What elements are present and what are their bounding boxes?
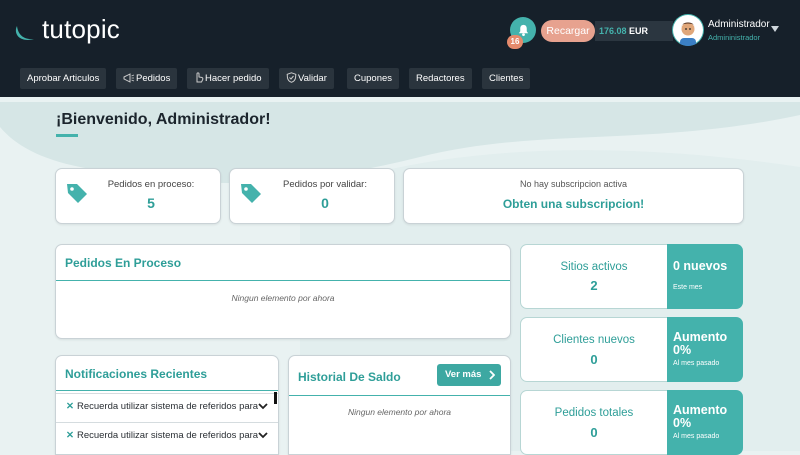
logo-swoosh-icon bbox=[15, 26, 35, 40]
nav-aprobar-articulos[interactable]: Aprobar Articulos bbox=[20, 68, 107, 89]
trend-value: Aumento 0% bbox=[673, 403, 728, 430]
metric-value: 2 bbox=[590, 278, 598, 293]
stat-value: 5 bbox=[147, 195, 155, 211]
list-item[interactable]: ✕ Recuerda utilizar sistema de referidos … bbox=[56, 422, 278, 448]
notification-text: Recuerda utilizar sistema de referidos p… bbox=[76, 401, 259, 412]
nav-label: Validar bbox=[298, 73, 327, 84]
trend-period: Al mes pasado bbox=[673, 360, 720, 367]
recharge-button[interactable]: Recargar bbox=[541, 20, 595, 42]
balance-amount: 176.08 bbox=[599, 26, 627, 36]
user-role: Admininistrador bbox=[708, 33, 761, 42]
new-clients-trend: Aumento 0% Al mes pasado bbox=[667, 317, 743, 382]
metric-value: 0 bbox=[590, 425, 598, 440]
stat-card-in-process: Pedidos en proceso: 5 bbox=[55, 168, 221, 224]
title-underline bbox=[56, 134, 78, 137]
chevron-down-icon[interactable] bbox=[258, 432, 268, 439]
trend-period: Al mes pasado bbox=[673, 433, 720, 440]
view-more-label: Ver más bbox=[445, 369, 482, 380]
subscription-card: No hay subscripcion activa Obten una sub… bbox=[403, 168, 744, 224]
card-title: Notificaciones Recientes bbox=[65, 367, 208, 381]
metric-value: 0 bbox=[590, 352, 598, 367]
close-icon[interactable]: ✕ bbox=[66, 430, 74, 441]
nav-hacer-pedido[interactable]: Hacer pedido bbox=[187, 68, 269, 89]
orders-in-process-card: Pedidos En Proceso Ningun elemento por a… bbox=[55, 244, 511, 339]
nav-pedidos[interactable]: Pedidos bbox=[116, 68, 178, 89]
nav-label: Hacer pedido bbox=[205, 73, 262, 84]
total-orders-trend: Aumento 0% Al mes pasado bbox=[667, 390, 743, 455]
active-sites-trend: 0 nuevos Este mes bbox=[667, 244, 743, 309]
list-item[interactable]: ✕ Recuerda utilizar sistema de referidos … bbox=[56, 393, 278, 419]
empty-state-text: Ningun elemento por ahora bbox=[231, 293, 335, 303]
nav-clientes[interactable]: Clientes bbox=[482, 68, 531, 89]
new-clients-card: Clientes nuevos 0 bbox=[520, 317, 668, 382]
top-header: tutopic 16 Recargar 176.08 EUR Administr… bbox=[0, 0, 800, 97]
view-more-button[interactable]: Ver más bbox=[437, 364, 501, 386]
nav-label: Pedidos bbox=[136, 73, 171, 84]
stat-card-to-validate: Pedidos por validar: 0 bbox=[229, 168, 395, 224]
balance-display: 176.08 EUR bbox=[595, 21, 673, 41]
empty-state-text: Ningun elemento por ahora bbox=[347, 407, 451, 417]
metric-title: Pedidos totales bbox=[554, 407, 634, 419]
user-name[interactable]: Administrador bbox=[708, 19, 770, 30]
metric-title: Sitios activos bbox=[560, 261, 628, 273]
close-icon[interactable]: ✕ bbox=[66, 401, 74, 412]
chevron-down-icon[interactable] bbox=[258, 403, 268, 410]
subscription-link[interactable]: Obten una subscripcion! bbox=[404, 197, 743, 211]
logo[interactable]: tutopic bbox=[14, 14, 120, 44]
stat-value: 0 bbox=[321, 195, 329, 211]
card-divider bbox=[56, 280, 510, 281]
active-sites-card: Sitios activos 2 bbox=[520, 244, 668, 309]
tag-icon bbox=[67, 184, 87, 203]
trend-value: 0 nuevos bbox=[673, 259, 728, 273]
tag-icon bbox=[241, 184, 261, 203]
hand-pointer-icon bbox=[196, 72, 204, 83]
trend-value: Aumento 0% bbox=[673, 330, 728, 357]
notification-count-badge: 16 bbox=[507, 35, 523, 49]
subscription-status: No hay subscripcion activa bbox=[519, 179, 628, 189]
notification-text: Recuerda utilizar sistema de referidos p… bbox=[76, 430, 259, 441]
megaphone-icon bbox=[123, 73, 135, 83]
card-divider bbox=[56, 390, 278, 391]
metric-title: Clientes nuevos bbox=[553, 334, 635, 346]
avatar[interactable] bbox=[672, 14, 704, 46]
nav-validar[interactable]: Validar bbox=[279, 68, 334, 89]
stat-title: Pedidos por validar: bbox=[283, 179, 367, 190]
total-orders-card: Pedidos totales 0 bbox=[520, 390, 668, 455]
trend-period: Este mes bbox=[673, 284, 703, 291]
scrollbar-thumb[interactable] bbox=[274, 392, 277, 404]
nav-label: Clientes bbox=[489, 73, 524, 84]
stat-title: Pedidos en proceso: bbox=[107, 179, 195, 190]
balance-currency: EUR bbox=[629, 26, 649, 36]
nav-label: Cupones bbox=[354, 73, 393, 84]
nav-redactores[interactable]: Redactores bbox=[409, 68, 472, 89]
chevron-right-icon bbox=[489, 370, 495, 380]
card-divider bbox=[289, 395, 510, 396]
user-menu-caret-icon[interactable] bbox=[771, 26, 779, 32]
nav-label: Redactores bbox=[416, 73, 465, 84]
page-title: ¡Bienvenido, Administrador! bbox=[56, 111, 271, 128]
notifications-card: Notificaciones Recientes ✕ Recuerda utili… bbox=[55, 355, 279, 455]
card-title: Pedidos En Proceso bbox=[65, 256, 182, 270]
nav-cupones[interactable]: Cupones bbox=[347, 68, 400, 89]
card-title: Historial De Saldo bbox=[298, 370, 401, 384]
user-avatar-icon bbox=[673, 15, 703, 46]
nav-label: Aprobar Articulos bbox=[27, 73, 100, 84]
shield-icon bbox=[286, 72, 297, 83]
logo-text: tutopic bbox=[42, 14, 121, 44]
